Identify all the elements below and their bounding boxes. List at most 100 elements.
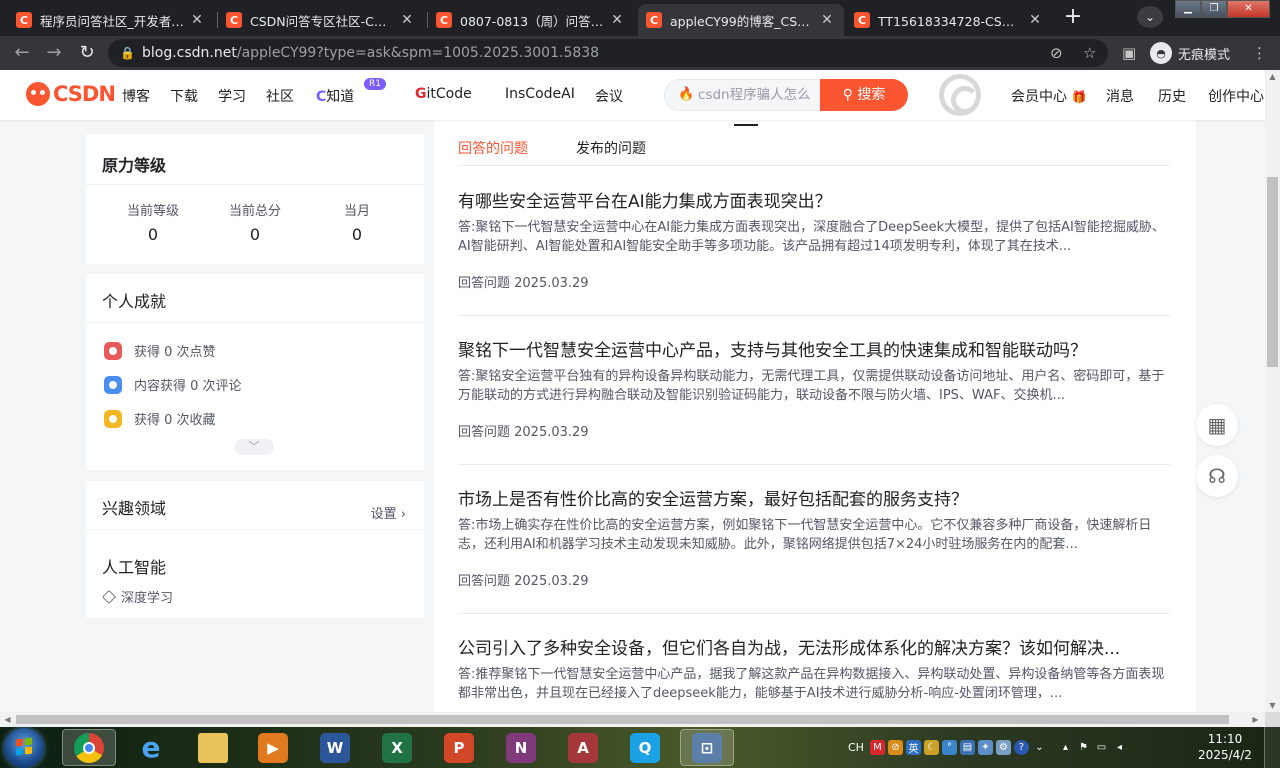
browser-menu-icon[interactable]: ⋮ xyxy=(1252,44,1267,62)
tab-answered-questions[interactable]: 回答的问题 xyxy=(458,138,528,158)
moon-icon[interactable]: ☾ xyxy=(923,740,939,755)
browser-tab-5[interactable]: C TT15618334728-CSDN博客 ✕ xyxy=(846,4,1052,36)
taskbar-onenote[interactable]: N xyxy=(494,729,548,766)
taskbar-file-explorer[interactable] xyxy=(186,729,240,766)
tab-close-icon[interactable]: ✕ xyxy=(1026,12,1044,28)
horizontal-scrollbar[interactable]: ◀ ▶ xyxy=(0,712,1265,727)
user-avatar[interactable] xyxy=(939,74,981,116)
ime-m-icon[interactable]: M xyxy=(869,740,885,755)
nav-history[interactable]: 历史 xyxy=(1158,86,1186,106)
taskbar-chrome[interactable] xyxy=(62,729,116,766)
nav-community[interactable]: 社区 xyxy=(266,86,294,106)
chevron-down-icon[interactable]: ﹀ xyxy=(234,439,274,455)
taskbar-access[interactable]: A xyxy=(556,729,610,766)
tab-published-questions[interactable]: 发布的问题 xyxy=(576,138,646,158)
nav-gitcode-label: itCode xyxy=(426,86,472,102)
scroll-left-arrow-icon[interactable]: ◀ xyxy=(0,712,15,727)
new-tab-button[interactable]: + xyxy=(1059,6,1087,30)
nav-gitcode[interactable]: GitCode xyxy=(415,86,472,102)
volume-icon[interactable]: ◂ xyxy=(1112,740,1127,755)
side-panel-icon[interactable]: ▣ xyxy=(1122,44,1136,62)
interest-settings-link[interactable]: 设置 › xyxy=(371,503,406,522)
keyboard-icon[interactable]: ▤ xyxy=(959,740,975,755)
question-item[interactable]: 聚铭下一代智慧安全运营中心产品，支持与其他安全工具的快速集成和智能联动吗？ 答:… xyxy=(458,339,1170,488)
url-host: blog.csdn.net xyxy=(142,45,237,61)
vertical-scrollbar[interactable]: ▲ ▼ xyxy=(1265,70,1280,712)
bookmark-star-icon[interactable]: ☆ xyxy=(1083,44,1096,62)
browser-tab-4-active[interactable]: C appleCY99的博客_CSDN博客 ✕ xyxy=(638,4,844,36)
nav-learn[interactable]: 学习 xyxy=(218,86,246,106)
ime-settings-icon[interactable]: ⚙ xyxy=(995,740,1011,755)
interest-tag[interactable]: 深度学习 xyxy=(101,587,173,606)
browser-tab-1[interactable]: C 程序员问答社区_开发者在线 ✕ xyxy=(8,4,214,36)
csdn-favicon-icon: C xyxy=(16,12,32,28)
nav-creation-center[interactable]: 创作中心 xyxy=(1208,86,1264,106)
windows-start-button[interactable] xyxy=(4,728,44,768)
ime-toolbox-icon[interactable]: ✦ xyxy=(977,740,993,755)
scroll-up-arrow-icon[interactable]: ▲ xyxy=(1265,72,1280,81)
taskbar-excel[interactable]: X xyxy=(370,729,424,766)
taskbar-word[interactable]: W xyxy=(308,729,362,766)
close-window-button[interactable]: ✕ xyxy=(1227,0,1270,18)
minimize-window-button[interactable]: ▁ xyxy=(1175,0,1201,18)
tab-close-icon[interactable]: ✕ xyxy=(188,12,206,28)
maximize-window-button[interactable]: ❐ xyxy=(1201,0,1227,18)
search-button[interactable]: ⚲ 搜索 xyxy=(820,79,908,111)
network-icon[interactable]: ▭ xyxy=(1094,740,1109,755)
taskbar-media-player[interactable]: ▶ xyxy=(246,729,300,766)
tray-dropdown-icon[interactable]: ⌄ xyxy=(1032,740,1047,755)
access-icon: A xyxy=(568,732,598,763)
back-arrow-icon[interactable]: ← xyxy=(10,41,34,65)
browser-tab-3[interactable]: C 0807-0813（周）问答奖励 ✕ xyxy=(428,4,634,36)
r1-badge: R1 xyxy=(364,78,386,90)
ime-english-indicator[interactable]: 英 xyxy=(905,740,921,755)
question-title[interactable]: 市场上是否有性价比高的安全运营方案，最好包括配套的服务支持？ xyxy=(458,488,1170,512)
nav-meeting[interactable]: 会议 xyxy=(595,86,623,106)
taskbar-remote-desktop[interactable]: ⊡ xyxy=(680,729,734,766)
vertical-scroll-thumb[interactable] xyxy=(1267,177,1278,367)
taskbar-qq[interactable]: Q xyxy=(618,729,672,766)
scroll-right-arrow-icon[interactable]: ▶ xyxy=(1248,712,1263,727)
taskbar-powerpoint[interactable]: P xyxy=(432,729,486,766)
question-title[interactable]: 有哪些安全运营平台在AI能力集成方面表现突出？ xyxy=(458,190,1170,214)
nav-c-zhidao[interactable]: C知道 R1 xyxy=(316,78,386,106)
search-input[interactable]: 🔥 csdn程序骗人怎么 xyxy=(664,79,821,111)
question-item[interactable]: 有哪些安全运营平台在AI能力集成方面表现突出？ 答:聚铭下一代智慧安全运营中心在… xyxy=(458,190,1170,339)
ime-mode-icon[interactable]: ⊘ xyxy=(887,740,903,755)
tab-close-icon[interactable]: ✕ xyxy=(818,12,836,28)
show-desktop-button[interactable] xyxy=(1264,727,1280,768)
horizontal-scroll-thumb[interactable] xyxy=(16,715,1229,724)
qrcode-icon[interactable]: ▦ xyxy=(1196,404,1238,446)
question-item[interactable]: 市场上是否有性价比高的安全运营方案，最好包括配套的服务支持？ 答:市场上确实存在… xyxy=(458,488,1170,637)
language-indicator[interactable]: CH xyxy=(848,741,864,754)
browser-tab-strip: C 程序员问答社区_开发者在线 ✕ C CSDN问答专区社区-CSDN社区 ✕ … xyxy=(0,0,1280,36)
scroll-down-arrow-icon[interactable]: ▼ xyxy=(1265,701,1280,710)
question-item[interactable]: 公司引入了多种安全设备，但它们各自为战，无法形成体系化的解决方案？该如何解决..… xyxy=(458,637,1170,712)
address-bar[interactable]: 🔒 blog.csdn.net/appleCY99?type=ask&spm=1… xyxy=(108,39,1108,67)
taskbar-clock[interactable]: 11:10 2025/4/2 xyxy=(1194,731,1256,763)
customer-service-headset-icon[interactable]: ☊ xyxy=(1196,455,1238,497)
eye-off-icon[interactable]: ⊘ xyxy=(1050,44,1063,62)
action-center-flag-icon[interactable]: ⚑ xyxy=(1076,740,1091,755)
nav-vip-center[interactable]: 会员中心 🎁 xyxy=(1011,86,1086,106)
tab-close-icon[interactable]: ✕ xyxy=(608,12,626,28)
forward-arrow-icon[interactable]: → xyxy=(42,41,66,65)
help-icon[interactable]: ? xyxy=(1013,740,1029,755)
taskbar-internet-explorer[interactable]: e xyxy=(124,729,178,766)
incognito-indicator[interactable]: ◓ 无痕模式 xyxy=(1150,41,1230,65)
punctuation-icon[interactable]: ° xyxy=(941,740,957,755)
excel-icon: X xyxy=(382,732,412,763)
question-title[interactable]: 聚铭下一代智慧安全运营中心产品，支持与其他安全工具的快速集成和智能联动吗？ xyxy=(458,339,1170,363)
tab-search-button[interactable]: ⌄ xyxy=(1137,6,1163,28)
question-title[interactable]: 公司引入了多种安全设备，但它们各自为战，无法形成体系化的解决方案？该如何解决..… xyxy=(458,637,1170,661)
nav-inscode-ai[interactable]: InsCodeAI xyxy=(505,86,575,102)
nav-download[interactable]: 下载 xyxy=(170,86,198,106)
reload-icon[interactable]: ↻ xyxy=(75,41,99,65)
browser-tab-2[interactable]: C CSDN问答专区社区-CSDN社区 ✕ xyxy=(218,4,424,36)
nav-blog[interactable]: 博客 xyxy=(122,86,150,106)
csdn-logo[interactable]: CSDN xyxy=(26,82,116,106)
tab-close-icon[interactable]: ✕ xyxy=(398,12,416,28)
achievements-title: 个人成就 xyxy=(102,292,167,311)
show-hidden-icons-icon[interactable]: ▴ xyxy=(1058,740,1073,755)
nav-messages[interactable]: 消息 xyxy=(1106,86,1134,106)
